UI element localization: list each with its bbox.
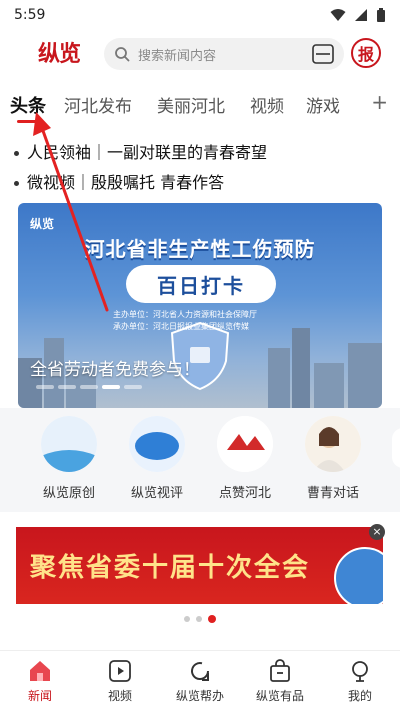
headline-item[interactable]: 人民领袖｜一副对联里的青春寄望: [14, 139, 267, 163]
banner-subtitle-box: 百日打卡: [126, 265, 276, 303]
status-time: 5:59: [14, 7, 46, 23]
quick-link-label: 纵览视评: [130, 486, 183, 501]
status-icons: [330, 7, 386, 23]
app-logo: 纵览: [38, 41, 81, 67]
promo-thumbnail: [334, 547, 383, 604]
carousel-dot: [80, 385, 98, 389]
promo-banner-text: 聚焦省委十届十次全会: [30, 553, 311, 583]
quick-link-label: 纵览原创: [42, 486, 95, 501]
carousel-dot: [36, 385, 54, 389]
signal-icon: [355, 9, 367, 21]
promo-banner[interactable]: 聚焦省委十届十次全会: [16, 527, 383, 604]
search-icon: [115, 47, 130, 62]
banner-subtitle: 百日打卡: [157, 273, 245, 298]
quick-link-item[interactable]: 纵览视评: [117, 416, 197, 501]
nav-label: 纵览有品: [255, 689, 304, 703]
nav-label: 我的: [347, 689, 372, 703]
wifi-icon: [330, 9, 346, 21]
quick-links-scroll-hint: [392, 428, 400, 468]
tab-video[interactable]: 视频: [250, 92, 284, 117]
active-tab-indicator: [17, 120, 37, 123]
close-ad-button[interactable]: ×: [369, 524, 385, 540]
quick-link-item[interactable]: 纵览原创: [29, 416, 109, 501]
banner-caption: 全省劳动者免费参与！: [30, 360, 200, 380]
app-header: 纵览 搜索新闻内容 报: [0, 32, 400, 76]
banner-organizer: 主办单位：河北省人力资源和社会保障厅: [113, 310, 257, 319]
headline-text: 人民领袖｜一副对联里的青春寄望: [27, 143, 268, 162]
search-placeholder: 搜索新闻内容: [138, 48, 217, 64]
quick-link-icon: [41, 416, 97, 472]
search-input[interactable]: 搜索新闻内容: [104, 38, 344, 70]
nav-label: 纵览帮办: [175, 689, 224, 703]
headline-text: 微视频｜殷殷嘱托 青春作答: [27, 173, 225, 192]
quick-link-item[interactable]: 曹青对话: [293, 416, 373, 501]
promo-carousel-indicator: [0, 615, 400, 623]
nav-item-me[interactable]: 我的: [320, 659, 400, 704]
bullet-dot: [14, 181, 19, 186]
tab-games[interactable]: 游戏: [306, 92, 340, 117]
quick-link-icon: [217, 416, 273, 472]
nav-item-video[interactable]: 视频: [80, 659, 160, 704]
add-channel-button[interactable]: +: [371, 90, 388, 114]
nav-item-news[interactable]: 新闻: [0, 659, 80, 704]
video-icon: [109, 660, 131, 682]
carousel-dot: [196, 616, 202, 622]
carousel-dot: [58, 385, 76, 389]
scan-icon[interactable]: [312, 44, 334, 64]
tab-toutiao[interactable]: 头条: [10, 92, 46, 118]
carousel-dot: [184, 616, 190, 622]
newspaper-icon[interactable]: 报: [351, 38, 381, 68]
help-icon: [191, 662, 210, 681]
nav-item-help[interactable]: 纵览帮办: [160, 659, 240, 704]
banner-title: 河北省非生产性工伤预防: [84, 237, 316, 261]
quick-link-icon: [305, 416, 361, 472]
tab-hebei-fabu[interactable]: 河北发布: [64, 92, 132, 117]
carousel-dot-active: [208, 615, 216, 623]
nav-label: 新闻: [27, 689, 52, 703]
quick-link-label: 点赞河北: [218, 486, 271, 501]
quick-link-item[interactable]: 点赞河北: [205, 416, 285, 501]
quick-links-row: 纵览原创 纵览视评 点赞河北 曹青对话: [0, 408, 400, 512]
profile-icon: [352, 661, 368, 682]
nav-label: 视频: [107, 689, 132, 703]
carousel-indicator: [36, 385, 142, 389]
newspaper-label: 报: [357, 45, 374, 64]
home-icon: [30, 661, 50, 681]
shop-bag-icon: [270, 659, 290, 682]
nav-item-shop[interactable]: 纵览有品: [240, 659, 320, 704]
bullet-dot: [14, 151, 19, 156]
headline-item[interactable]: 微视频｜殷殷嘱托 青春作答: [14, 169, 224, 193]
status-bar: 5:59: [0, 0, 400, 30]
carousel-dot: [124, 385, 142, 389]
banner-co-organizer: 承办单位：河北日报报业集团纵览传媒: [113, 322, 249, 331]
carousel-banner[interactable]: 纵览 河北省非生产性工伤预防 百日打卡 主办单位：河北省人力资源和社会保障厅 承…: [18, 203, 382, 408]
banner-logo: 纵览: [30, 217, 55, 231]
channel-tabs: 头条 河北发布 美丽河北 视频 游戏 +: [0, 88, 400, 124]
app-screen: 5:59 纵览 搜索新闻内容 报 头条 河北发布 美丽河北 视频 游戏 + 人民…: [0, 0, 400, 711]
battery-icon: [377, 7, 385, 22]
quick-link-label: 曹青对话: [306, 486, 359, 501]
carousel-dot-active: [102, 385, 120, 389]
quick-link-icon: [129, 416, 185, 472]
tab-meili-hebei[interactable]: 美丽河北: [157, 92, 225, 117]
bottom-navigation: 新闻 视频 纵览帮办 纵览有品 我的: [0, 650, 400, 711]
